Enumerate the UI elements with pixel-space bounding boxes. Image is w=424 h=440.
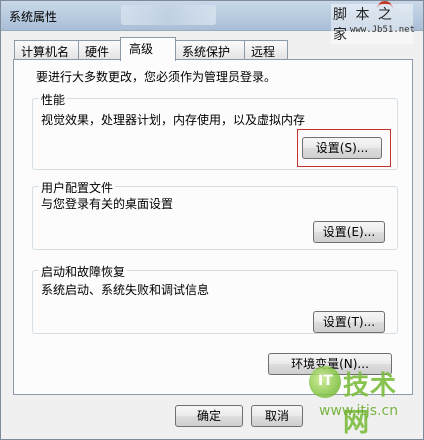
system-properties-window: 系统属性 脚 本 之 家 www.Jb51.net 计算机名 硬件 高级 系统保… — [0, 0, 424, 440]
site-watermark-url: www.Jb51.net — [349, 25, 415, 35]
user-profiles-description: 与您登录有关的桌面设置 — [41, 197, 174, 211]
itjs-brand-url: www.itjs.cn — [319, 403, 399, 419]
startup-recovery-description: 系统启动、系统失败和调试信息 — [41, 283, 210, 297]
user-profiles-settings-button[interactable]: 设置(E)... — [313, 221, 385, 243]
cancel-button[interactable]: 取消 — [251, 405, 303, 427]
startup-recovery-group: 启动和故障恢复 系统启动、系统失败和调试信息 设置(T)... — [32, 263, 398, 334]
performance-description: 视觉效果，处理器计划，内存使用，以及虚拟内存 — [41, 113, 306, 127]
performance-title: 性能 — [39, 91, 68, 108]
tab-system-protection[interactable]: 系统保护 — [175, 40, 245, 60]
itjs-logo-text: IT — [318, 373, 333, 389]
advanced-tab-panel: 要进行大多数更改，您必须作为管理员登录。 性能 视觉效果，处理器计划，内存使用，… — [13, 59, 413, 395]
site-watermark-name: 脚 本 之 家 — [331, 4, 413, 44]
tab-computer-name[interactable]: 计算机名 — [14, 40, 79, 60]
ok-button[interactable]: 确定 — [175, 405, 243, 427]
tab-remote[interactable]: 远程 — [244, 40, 288, 60]
site-watermark: 脚 本 之 家 www.Jb51.net — [331, 1, 419, 44]
startup-recovery-settings-button[interactable]: 设置(T)... — [313, 311, 385, 333]
itjs-brand-text: 技术网 — [343, 371, 398, 438]
title-bar[interactable]: 系统属性 脚 本 之 家 www.Jb51.net — [1, 1, 423, 44]
tab-hardware[interactable]: 硬件 — [78, 40, 121, 60]
startup-recovery-title: 启动和故障恢复 — [39, 263, 128, 280]
performance-group: 性能 视觉效果，处理器计划，内存使用，以及虚拟内存 设置(S)... — [32, 91, 398, 170]
user-profiles-title: 用户配置文件 — [39, 179, 116, 196]
admin-notice: 要进行大多数更改，您必须作为管理员登录。 — [36, 70, 277, 84]
tab-advanced[interactable]: 高级 — [120, 37, 176, 61]
blurred-title-area — [121, 5, 216, 25]
window-title: 系统属性 — [9, 10, 58, 24]
performance-settings-button[interactable]: 设置(S)... — [302, 137, 382, 159]
user-profiles-group: 用户配置文件 与您登录有关的桌面设置 设置(E)... — [32, 179, 398, 250]
